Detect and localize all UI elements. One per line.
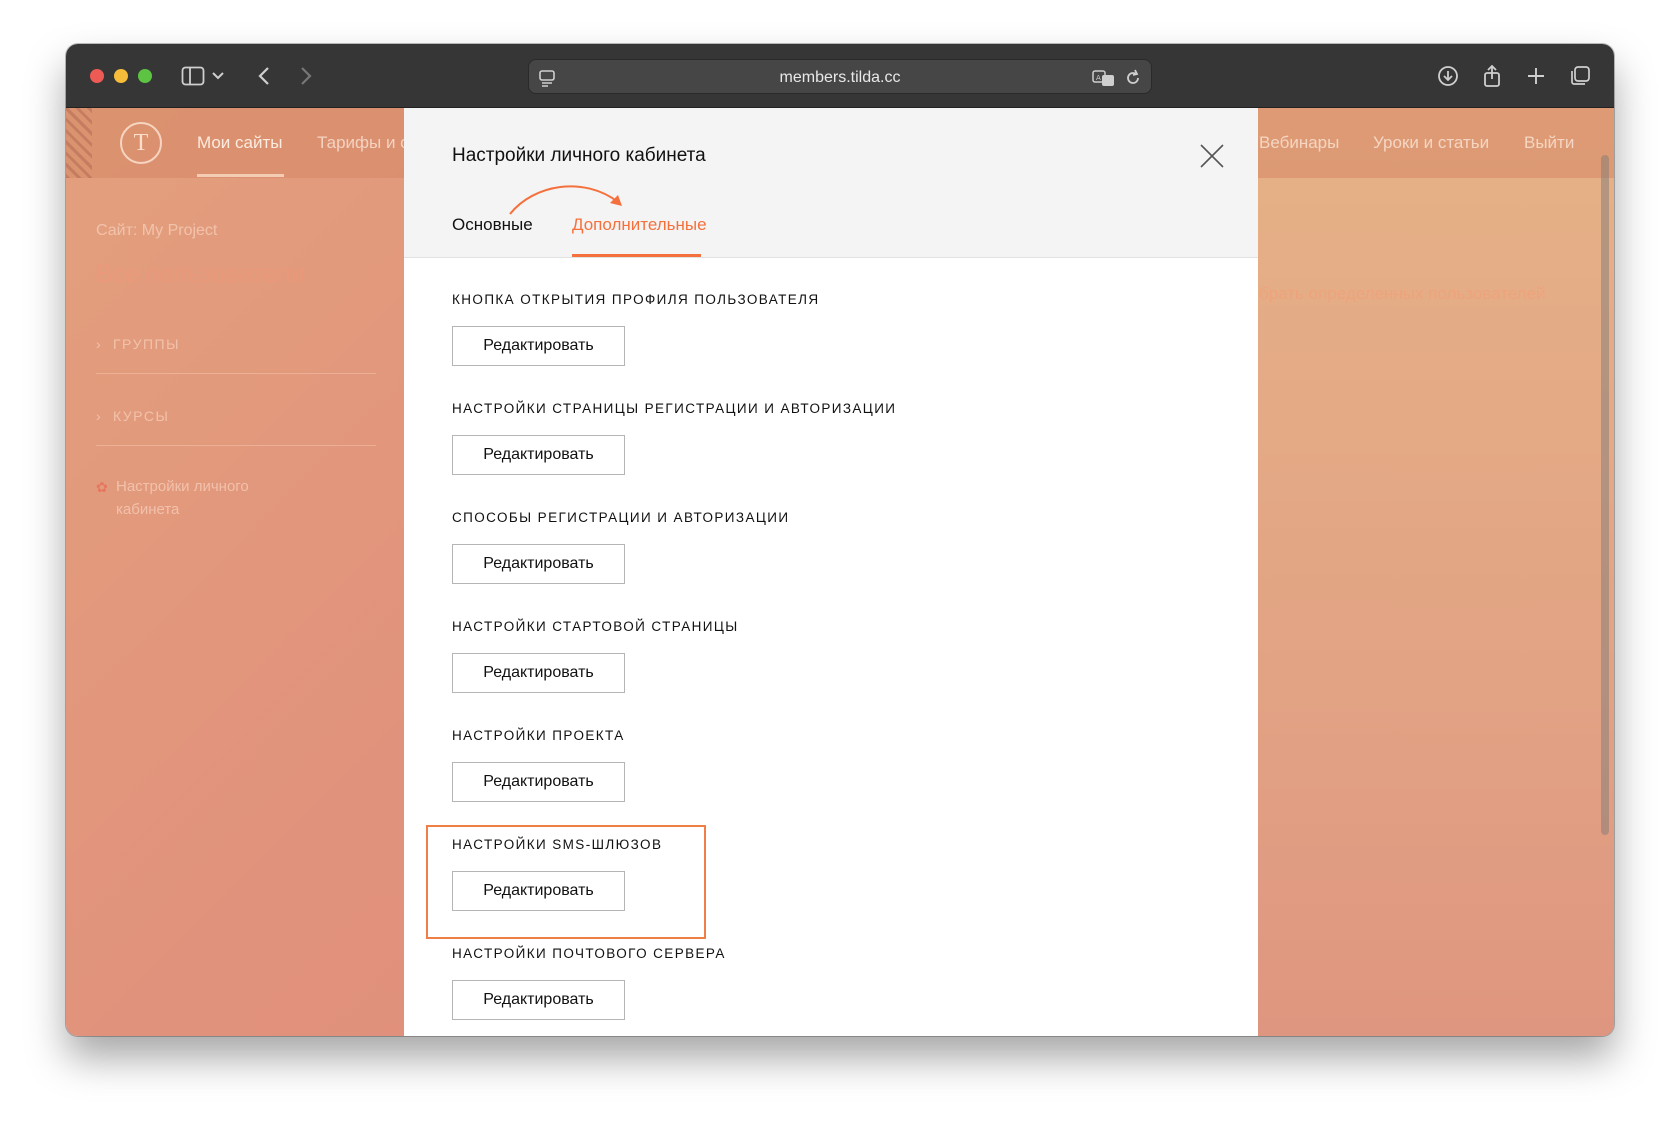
minimize-window-button[interactable] [114, 69, 128, 83]
gear-icon: ✿ [96, 479, 108, 495]
sidebar-courses: › КУРСЫ [96, 408, 170, 424]
zoom-window-button[interactable] [138, 69, 152, 83]
edit-project-button[interactable]: Редактировать [452, 762, 625, 802]
divider [96, 373, 376, 374]
scrollbar-thumb[interactable] [1601, 155, 1609, 835]
edit-profile-button[interactable]: Редактировать [452, 326, 625, 366]
section-project-label: НАСТРОЙКИ ПРОЕКТА [452, 728, 625, 743]
svg-text:A: A [1096, 74, 1101, 82]
downloads-icon[interactable] [1436, 64, 1460, 88]
background-hint: брать определенных пользователей [1259, 284, 1546, 303]
edit-auth-methods-button[interactable]: Редактировать [452, 544, 625, 584]
divider [96, 445, 376, 446]
modal-header: Настройки личного кабинета Основные Допо… [404, 108, 1258, 258]
sidebar-settings-line2: кабинета [116, 501, 180, 518]
close-window-button[interactable] [90, 69, 104, 83]
page-heading: Все пользователи [96, 260, 305, 288]
background-right-panel [1258, 108, 1614, 1036]
page-viewport: T Мои сайты Тарифы и с Вебинары Уроки и … [66, 108, 1614, 1036]
close-icon[interactable] [1198, 142, 1226, 170]
nav-logout: Выйти [1524, 133, 1575, 152]
forward-icon[interactable] [298, 64, 314, 88]
section-registration-page-label: НАСТРОЙКИ СТРАНИЦЫ РЕГИСТРАЦИИ И АВТОРИЗ… [452, 401, 897, 416]
back-icon[interactable] [256, 64, 272, 88]
nav-active-underline [197, 174, 284, 177]
edit-start-page-button[interactable]: Редактировать [452, 653, 625, 693]
sidebar-toggle-icon[interactable] [180, 64, 206, 88]
sms-gateways-highlight-frame [426, 825, 706, 939]
tab-overview-icon[interactable] [1568, 64, 1592, 88]
tab-active-underline [572, 254, 701, 257]
chevron-down-icon[interactable] [210, 64, 226, 88]
nav-tariffs: Тарифы и с [317, 133, 404, 152]
url-text[interactable]: members.tilda.cc [529, 60, 1151, 95]
sidebar-courses-label: КУРСЫ [112, 408, 170, 424]
tab-basic[interactable]: Основные [452, 215, 533, 235]
tab-additional[interactable]: Дополнительные [572, 215, 707, 235]
section-mail-server-label: НАСТРОЙКИ ПОЧТОВОГО СЕРВЕРА [452, 946, 726, 961]
site-label: Сайт: My Project [96, 222, 218, 239]
section-auth-methods-label: СПОСОБЫ РЕГИСТРАЦИИ И АВТОРИЗАЦИИ [452, 510, 790, 525]
new-tab-icon[interactable] [1524, 64, 1548, 88]
edit-registration-page-button[interactable]: Редактировать [452, 435, 625, 475]
nav-lessons: Уроки и статьи [1373, 133, 1490, 152]
share-icon[interactable] [1480, 64, 1504, 88]
tilda-logo: T [120, 122, 162, 164]
nav-my-sites: Мои сайты [197, 133, 283, 152]
edit-mail-server-button[interactable]: Редактировать [452, 980, 625, 1020]
section-start-page-label: НАСТРОЙКИ СТАРТОВОЙ СТРАНИЦЫ [452, 619, 739, 634]
nav-webinars: Вебинары [1259, 133, 1340, 152]
translate-icon[interactable]: A [1091, 66, 1117, 90]
section-profile-button-label: КНОПКА ОТКРЫТИЯ ПРОФИЛЯ ПОЛЬЗОВАТЕЛЯ [452, 292, 820, 307]
background-pattern [66, 108, 92, 178]
browser-window: members.tilda.cc A T Мои сайты Тарифы и … [66, 44, 1614, 1036]
sidebar-settings-line1: Настройки личного [116, 478, 249, 495]
browser-toolbar: members.tilda.cc A [66, 44, 1614, 108]
sidebar-groups: › ГРУППЫ [96, 336, 180, 352]
annotation-arrow-icon [509, 185, 622, 215]
reload-icon[interactable] [1123, 66, 1143, 90]
address-bar[interactable]: members.tilda.cc A [528, 59, 1152, 94]
sidebar-groups-label: ГРУППЫ [112, 336, 180, 352]
modal-title: Настройки личного кабинета [452, 145, 706, 166]
